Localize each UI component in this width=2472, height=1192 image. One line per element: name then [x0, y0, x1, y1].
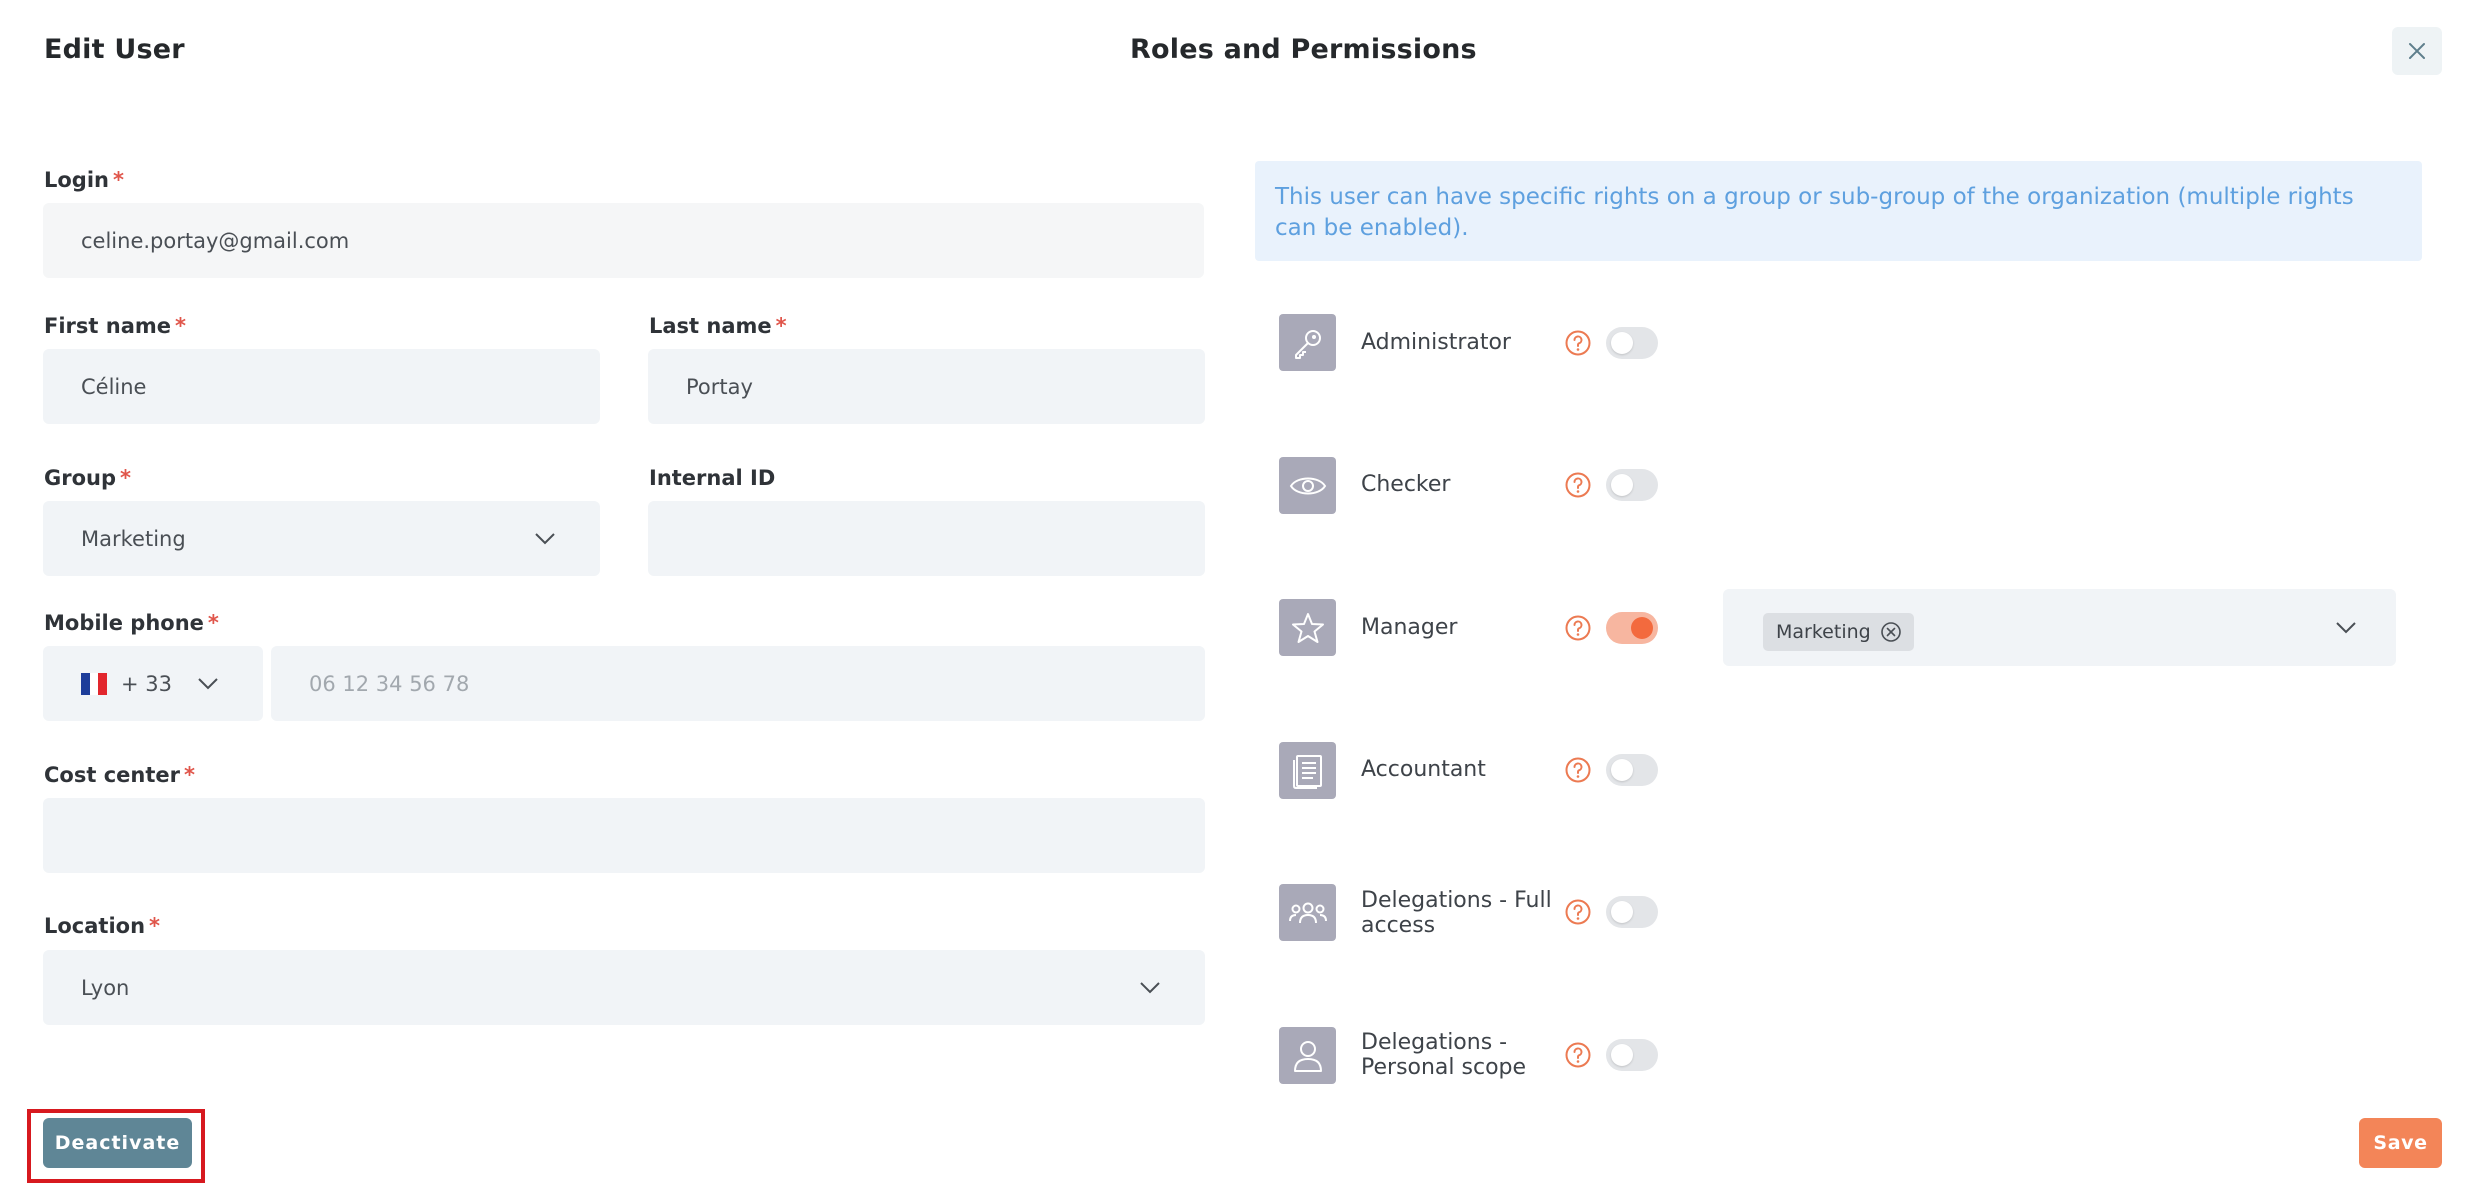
help-icon[interactable]: [1565, 757, 1591, 783]
france-flag-icon: [81, 672, 107, 695]
toggle-knob: [1611, 1044, 1633, 1066]
role-label-administrator: Administrator: [1361, 330, 1511, 355]
ledger-icon: [1292, 754, 1322, 789]
internal-id-label: Internal ID: [649, 466, 776, 490]
first-name-field[interactable]: Céline: [43, 349, 600, 424]
group-icon: [1288, 902, 1327, 923]
toggle-checker[interactable]: [1606, 469, 1658, 501]
role-icon-delegations-personal: [1279, 1027, 1336, 1084]
location-label: Location *: [44, 914, 161, 938]
first-name-label: First name *: [44, 314, 186, 338]
role-label-manager: Manager: [1361, 615, 1458, 640]
close-button[interactable]: [2392, 27, 2442, 75]
group-label: Group *: [44, 466, 131, 490]
eye-icon: [1289, 477, 1326, 494]
toggle-knob: [1611, 474, 1633, 496]
toggle-knob: [1631, 617, 1653, 639]
person-icon: [1293, 1040, 1322, 1072]
scope-chip-label: Marketing: [1776, 621, 1871, 643]
role-icon-manager: [1279, 599, 1336, 656]
chevron-down-icon: [2336, 621, 2356, 633]
roles-title: Roles and Permissions: [1130, 34, 1477, 65]
help-icon[interactable]: [1565, 472, 1591, 498]
deactivate-button[interactable]: Deactivate: [43, 1118, 192, 1168]
help-icon[interactable]: [1565, 899, 1591, 925]
role-icon-accountant: [1279, 742, 1336, 799]
role-label-accountant: Accountant: [1361, 757, 1486, 782]
toggle-delegations-full[interactable]: [1606, 896, 1658, 928]
internal-id-field[interactable]: [648, 501, 1205, 576]
last-name-field[interactable]: Portay: [648, 349, 1205, 424]
help-icon[interactable]: [1565, 330, 1591, 356]
help-icon[interactable]: [1565, 1042, 1591, 1068]
cost-center-label: Cost center *: [44, 763, 195, 787]
toggle-knob: [1611, 901, 1633, 923]
chevron-down-icon: [198, 677, 218, 689]
close-icon: [2409, 43, 2425, 59]
toggle-delegations-personal[interactable]: [1606, 1039, 1658, 1071]
location-select[interactable]: Lyon: [43, 950, 1205, 1025]
group-select[interactable]: Marketing: [43, 501, 600, 576]
role-label-delegations-full: Delegations - Full access: [1361, 888, 1552, 938]
mobile-phone-label: Mobile phone *: [44, 611, 219, 635]
toggle-knob: [1611, 759, 1633, 781]
mobile-phone-field[interactable]: 06 12 34 56 78: [271, 646, 1205, 721]
toggle-administrator[interactable]: [1606, 327, 1658, 359]
chevron-down-icon: [535, 532, 555, 544]
chevron-down-icon: [1140, 981, 1160, 993]
save-button[interactable]: Save: [2359, 1118, 2442, 1168]
role-label-checker: Checker: [1361, 472, 1451, 497]
toggle-manager[interactable]: [1606, 612, 1658, 644]
role-icon-administrator: [1279, 314, 1336, 371]
login-label: Login *: [44, 168, 124, 192]
star-icon: [1291, 612, 1324, 643]
role-label-delegations-personal: Delegations - Personal scope: [1361, 1030, 1527, 1080]
cost-center-field[interactable]: [43, 798, 1205, 873]
login-field[interactable]: celine.portay@gmail.com: [43, 203, 1204, 278]
roles-info-banner: This user can have specific rights on a …: [1255, 161, 2422, 261]
page-title: Edit User: [44, 34, 185, 65]
role-icon-checker: [1279, 457, 1336, 514]
last-name-label: Last name *: [649, 314, 787, 338]
country-code-select[interactable]: + 33: [43, 646, 263, 721]
help-icon[interactable]: [1565, 615, 1591, 641]
toggle-knob: [1611, 332, 1633, 354]
key-icon: [1294, 329, 1321, 359]
remove-chip-icon[interactable]: [1880, 621, 1902, 643]
toggle-accountant[interactable]: [1606, 754, 1658, 786]
role-icon-delegations-full: [1279, 884, 1336, 941]
scope-chip-marketing: Marketing: [1763, 613, 1914, 651]
